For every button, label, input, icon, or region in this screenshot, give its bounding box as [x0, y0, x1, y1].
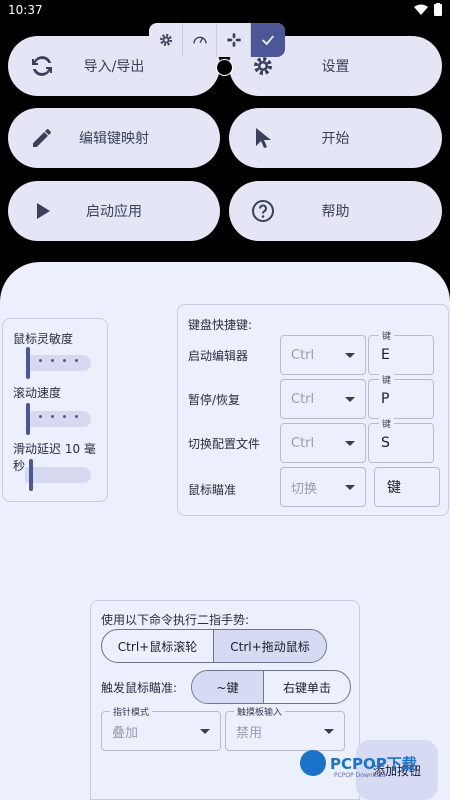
gesture-segmented: Ctrl+鼠标滚轮 Ctrl+拖动鼠标 — [101, 629, 327, 663]
caret-down-icon — [345, 396, 355, 402]
help-label: 帮助 — [321, 204, 350, 220]
drag-handle[interactable] — [216, 59, 233, 76]
aim-trigger-label: 触发鼠标瞄准: — [101, 681, 178, 695]
pointer-mode-dropdown[interactable]: 指针模式 叠加 — [101, 705, 221, 751]
watermark: PCPOP下载 PCPOP Download — [300, 750, 417, 779]
tab-gamepad[interactable] — [217, 23, 251, 57]
overlay-tab-strip — [149, 23, 285, 57]
edit-keymap-label: 编辑键映射 — [79, 131, 149, 147]
caret-down-icon — [345, 484, 355, 490]
modifier-dropdown[interactable]: Ctrl — [280, 379, 366, 419]
mouse-settings-card: 鼠标灵敏度 滚动速度 滑动延迟 10 毫秒 — [2, 318, 108, 502]
tab-confirm[interactable] — [251, 23, 285, 57]
option-ctrl-scroll[interactable]: Ctrl+鼠标滚轮 — [102, 630, 213, 662]
aim-mode-dropdown[interactable]: 切换 — [280, 467, 366, 507]
sensitivity-slider[interactable] — [26, 347, 91, 379]
wifi-icon — [414, 4, 428, 15]
battery-icon — [434, 3, 442, 16]
edit-keymap-button[interactable]: 编辑键映射 — [8, 108, 220, 168]
slider-thumb[interactable] — [29, 459, 33, 491]
dpad-icon — [226, 33, 241, 47]
row-label: 启动编辑器 — [188, 349, 249, 363]
shortcuts-title: 键盘快捷键: — [188, 318, 253, 332]
slider-thumb[interactable] — [26, 347, 30, 379]
check-icon — [262, 35, 274, 46]
scroll-speed-slider[interactable] — [26, 403, 91, 435]
caret-down-icon — [345, 352, 355, 358]
caret-down-icon — [324, 728, 334, 734]
option-right-click[interactable]: 右键单击 — [264, 671, 350, 703]
modifier-dropdown[interactable]: Ctrl — [280, 335, 366, 375]
modifier-dropdown[interactable]: Ctrl — [280, 423, 366, 463]
brand-logo-icon — [300, 750, 326, 776]
tab-settings[interactable] — [149, 23, 183, 57]
aim-trigger-segmented: ~键 右键单击 — [191, 670, 351, 704]
launch-app-label: 启动应用 — [86, 204, 142, 220]
status-bar: 10:37 — [0, 0, 450, 24]
launch-app-button[interactable]: 启动应用 — [8, 181, 220, 241]
swipe-delay-slider[interactable] — [25, 459, 91, 491]
help-button[interactable]: 帮助 — [229, 181, 442, 241]
slider-thumb[interactable] — [26, 403, 30, 435]
sensitivity-label: 鼠标灵敏度 — [13, 332, 74, 346]
status-time: 10:37 — [8, 3, 43, 17]
tab-speed[interactable] — [183, 23, 217, 57]
settings-label: 设置 — [321, 59, 350, 75]
key-field[interactable]: 键 E — [368, 329, 434, 375]
key-field[interactable]: 键 S — [368, 417, 434, 463]
start-button[interactable]: 开始 — [229, 108, 442, 168]
row-label: 鼠标瞄准 — [188, 483, 237, 497]
scroll-speed-label: 滚动速度 — [13, 386, 62, 400]
row-label: 暂停/恢复 — [188, 393, 241, 407]
gear-icon — [159, 34, 172, 46]
aim-key-field[interactable]: 键 — [374, 467, 440, 507]
speedometer-icon — [192, 36, 207, 44]
caret-down-icon — [200, 728, 210, 734]
option-ctrl-drag[interactable]: Ctrl+拖动鼠标 — [214, 630, 326, 662]
import-export-label: 导入/导出 — [83, 59, 145, 75]
key-field[interactable]: 键 P — [368, 373, 434, 419]
row-label: 切换配置文件 — [188, 437, 261, 451]
gesture-title: 使用以下命令执行二指手势: — [101, 613, 250, 627]
start-label: 开始 — [321, 131, 350, 147]
option-tilde-key[interactable]: ~键 — [192, 671, 264, 703]
keyboard-shortcuts-card: 键盘快捷键: 启动编辑器 Ctrl 键 E 暂停/恢复 Ctrl 键 P 切换配… — [177, 304, 449, 516]
touchpad-input-dropdown[interactable]: 触摸板输入 禁用 — [225, 705, 345, 751]
caret-down-icon — [345, 440, 355, 446]
